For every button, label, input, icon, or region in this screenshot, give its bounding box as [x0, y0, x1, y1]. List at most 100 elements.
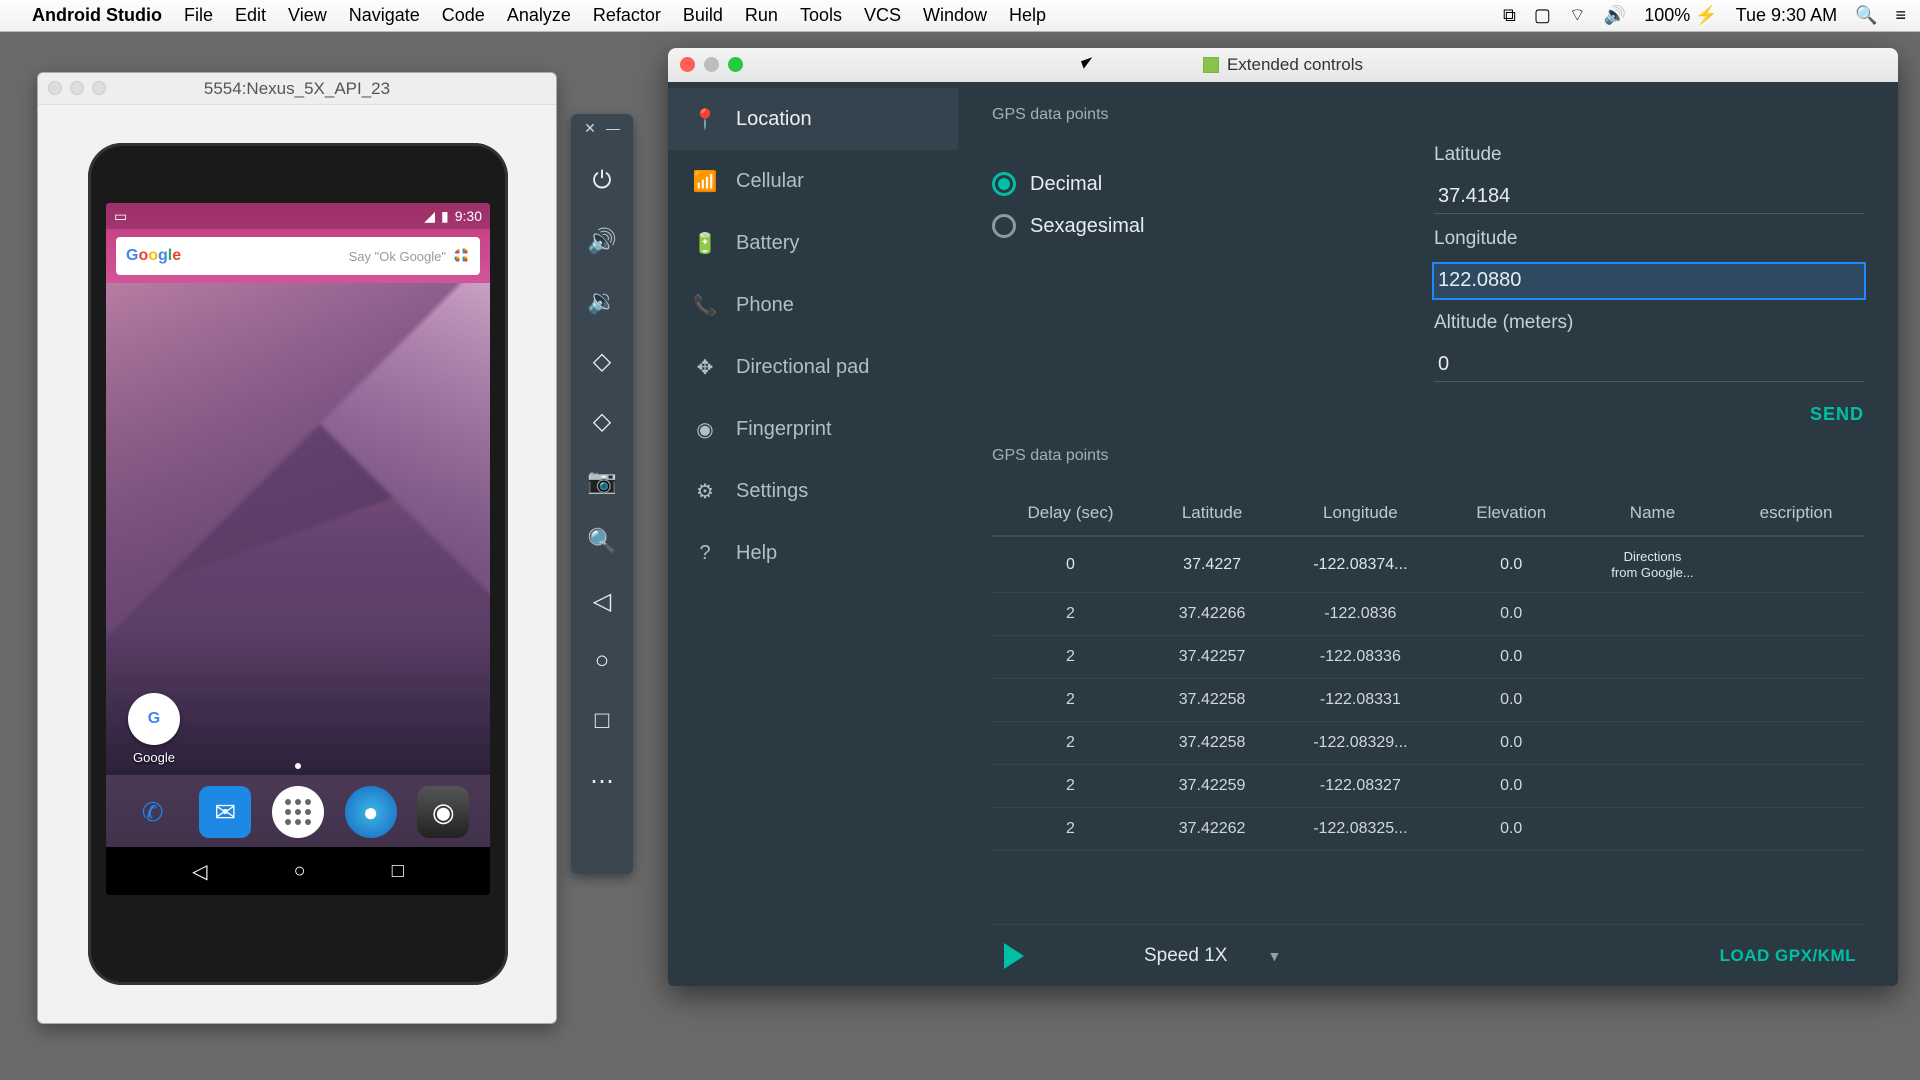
table-cell: 37.42259 [1149, 765, 1275, 808]
close-icon[interactable] [48, 81, 62, 95]
location-icon: 📍 [694, 107, 716, 132]
emulator-titlebar[interactable]: 5554:Nexus_5X_API_23 [38, 73, 556, 105]
emulator-toolbar: ✕ — ⏻ 🔊 🔉 ◇ ◇ 📷 🔍 ◁ ○ □ ⋯ [571, 114, 633, 874]
rotate-right-icon[interactable]: ◇ [582, 401, 622, 441]
playback-bar: Speed 1X ▼ LOAD GPX/KML [992, 924, 1864, 986]
play-button[interactable] [1004, 943, 1024, 969]
table-cell: 37.42257 [1149, 636, 1275, 679]
battery-status[interactable]: 100% ⚡ [1644, 5, 1717, 26]
overview-button[interactable]: □ [392, 860, 404, 883]
volume-down-icon[interactable]: 🔉 [582, 281, 622, 321]
extended-titlebar[interactable]: Extended controls [668, 48, 1898, 82]
mic-icon[interactable] [454, 248, 470, 264]
gps-table: Delay (sec)LatitudeLongitudeElevationNam… [992, 491, 1864, 924]
power-icon[interactable]: ⏻ [582, 161, 622, 201]
table-cell [1577, 636, 1728, 679]
radio-decimal[interactable]: Decimal [992, 172, 1145, 196]
app-title[interactable]: Android Studio [32, 5, 162, 26]
load-gpx-button[interactable]: LOAD GPX/KML [1720, 946, 1856, 966]
phone-screen[interactable]: ▭ ◢ ▮ 9:30 Google Say "Ok Google" G Goog… [106, 203, 490, 895]
section-title-2: GPS data points [992, 447, 1864, 465]
longitude-label: Longitude [1434, 228, 1864, 250]
menu-view[interactable]: View [288, 5, 327, 25]
sidebar-item-settings[interactable]: ⚙Settings [668, 460, 958, 522]
menu-navigate[interactable]: Navigate [349, 5, 420, 25]
table-row[interactable]: 037.4227-122.08374...0.0Directionsfrom G… [992, 536, 1864, 593]
altitude-input[interactable] [1434, 348, 1864, 382]
menu-analyze[interactable]: Analyze [507, 5, 571, 25]
close-icon[interactable] [680, 57, 695, 72]
home-button[interactable]: ○ [294, 860, 306, 883]
menu-vcs[interactable]: VCS [864, 5, 901, 25]
speed-select[interactable]: Speed 1X ▼ [1144, 945, 1281, 967]
sidebar-item-help[interactable]: ?Help [668, 522, 958, 584]
sidebar-item-label: Settings [736, 480, 808, 503]
rotate-left-icon[interactable]: ◇ [582, 341, 622, 381]
camera-app-icon[interactable]: ◉ [417, 786, 469, 838]
table-row[interactable]: 237.42266-122.08360.0 [992, 593, 1864, 636]
zoom-icon[interactable] [92, 81, 106, 95]
google-search-bar[interactable]: Google Say "Ok Google" [116, 237, 480, 275]
zoom-in-icon[interactable]: 🔍 [582, 521, 622, 561]
menu-run[interactable]: Run [745, 5, 778, 25]
table-row[interactable]: 237.42258-122.083310.0 [992, 679, 1864, 722]
phone-app-icon[interactable]: ✆ [127, 786, 179, 838]
camera-icon[interactable]: 📷 [582, 461, 622, 501]
radio-sexagesimal[interactable]: Sexagesimal [992, 214, 1145, 238]
extended-main: GPS data points Decimal Sexagesimal Lati… [958, 82, 1898, 986]
menubar-clock[interactable]: Tue 9:30 AM [1736, 5, 1837, 26]
toolbar-minimize-icon[interactable]: — [606, 120, 620, 137]
menu-build[interactable]: Build [683, 5, 723, 25]
spotlight-icon[interactable]: 🔍 [1855, 5, 1877, 26]
wifi-icon[interactable]: ⌔ [1569, 4, 1586, 27]
sidebar-item-phone[interactable]: 📞Phone [668, 274, 958, 336]
send-button[interactable]: SEND [1810, 404, 1864, 425]
overview-icon[interactable]: □ [582, 701, 622, 741]
menu-help[interactable]: Help [1009, 5, 1046, 25]
menu-icon[interactable]: ≡ [1895, 5, 1906, 26]
menu-refactor[interactable]: Refactor [593, 5, 661, 25]
column-header[interactable]: Delay (sec) [992, 491, 1149, 536]
table-cell: 37.4227 [1149, 536, 1275, 593]
app-drawer-icon[interactable] [272, 786, 324, 838]
toolbar-close-icon[interactable]: ✕ [584, 120, 596, 137]
browser-app-icon[interactable]: ● [345, 786, 397, 838]
sidebar-item-label: Location [736, 108, 812, 131]
sidebar-item-battery[interactable]: 🔋Battery [668, 212, 958, 274]
minimize-icon[interactable] [70, 81, 84, 95]
volume-up-icon[interactable]: 🔊 [582, 221, 622, 261]
maximize-icon[interactable] [728, 57, 743, 72]
sidebar-item-cellular[interactable]: 📶Cellular [668, 150, 958, 212]
table-row[interactable]: 237.42258-122.08329...0.0 [992, 722, 1864, 765]
table-row[interactable]: 237.42257-122.083360.0 [992, 636, 1864, 679]
menu-tools[interactable]: Tools [800, 5, 842, 25]
menu-code[interactable]: Code [442, 5, 485, 25]
back-button[interactable]: ◁ [192, 859, 207, 884]
longitude-input[interactable] [1434, 264, 1864, 298]
sidebar-item-directional-pad[interactable]: ✥Directional pad [668, 336, 958, 398]
table-row[interactable]: 237.42259-122.083270.0 [992, 765, 1864, 808]
menu-file[interactable]: File [184, 5, 213, 25]
more-icon[interactable]: ⋯ [582, 761, 622, 801]
sidebar-item-fingerprint[interactable]: ◉Fingerprint [668, 398, 958, 460]
menu-edit[interactable]: Edit [235, 5, 266, 25]
volume-icon[interactable]: 🔊 [1604, 5, 1626, 26]
messages-app-icon[interactable]: ✉ [199, 786, 251, 838]
sidebar-item-location[interactable]: 📍 Location [668, 88, 958, 150]
airplay-icon[interactable]: ▢ [1534, 5, 1551, 26]
menu-window[interactable]: Window [923, 5, 987, 25]
latitude-input[interactable] [1434, 180, 1864, 214]
phone-icon: 📞 [694, 293, 716, 318]
home-icon[interactable]: ○ [582, 641, 622, 681]
column-header[interactable]: Name [1577, 491, 1728, 536]
page-indicator [295, 763, 301, 769]
column-header[interactable]: Longitude [1275, 491, 1445, 536]
google-app-icon[interactable]: G [128, 693, 180, 745]
minimize-icon[interactable] [704, 57, 719, 72]
table-row[interactable]: 237.42262-122.08325...0.0 [992, 808, 1864, 851]
screen-share-icon[interactable]: ⧉ [1503, 5, 1516, 26]
column-header[interactable]: escription [1728, 491, 1864, 536]
column-header[interactable]: Elevation [1446, 491, 1577, 536]
column-header[interactable]: Latitude [1149, 491, 1275, 536]
back-icon[interactable]: ◁ [582, 581, 622, 621]
